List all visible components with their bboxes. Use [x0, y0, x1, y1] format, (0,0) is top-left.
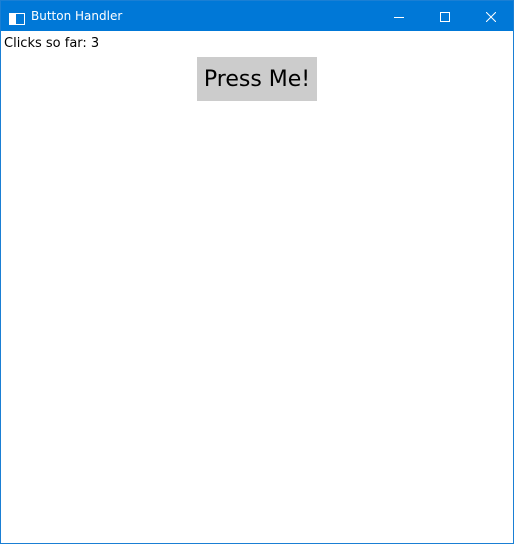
- press-me-button[interactable]: Press Me!: [197, 57, 317, 101]
- clicks-counter-label: Clicks so far: 3: [4, 36, 100, 51]
- app-window: Button Handler Clicks so far: 3 Press Me…: [0, 0, 514, 544]
- window-content: Clicks so far: 3 Press Me!: [1, 31, 513, 543]
- title-bar[interactable]: Button Handler: [1, 1, 513, 31]
- window-title: Button Handler: [31, 9, 123, 23]
- minimize-button[interactable]: [376, 1, 422, 31]
- maximize-button[interactable]: [422, 1, 468, 31]
- close-icon: [485, 7, 497, 26]
- app-window-icon: [9, 10, 25, 25]
- minimize-icon: [394, 7, 404, 26]
- maximize-icon: [440, 7, 450, 26]
- close-button[interactable]: [468, 1, 514, 31]
